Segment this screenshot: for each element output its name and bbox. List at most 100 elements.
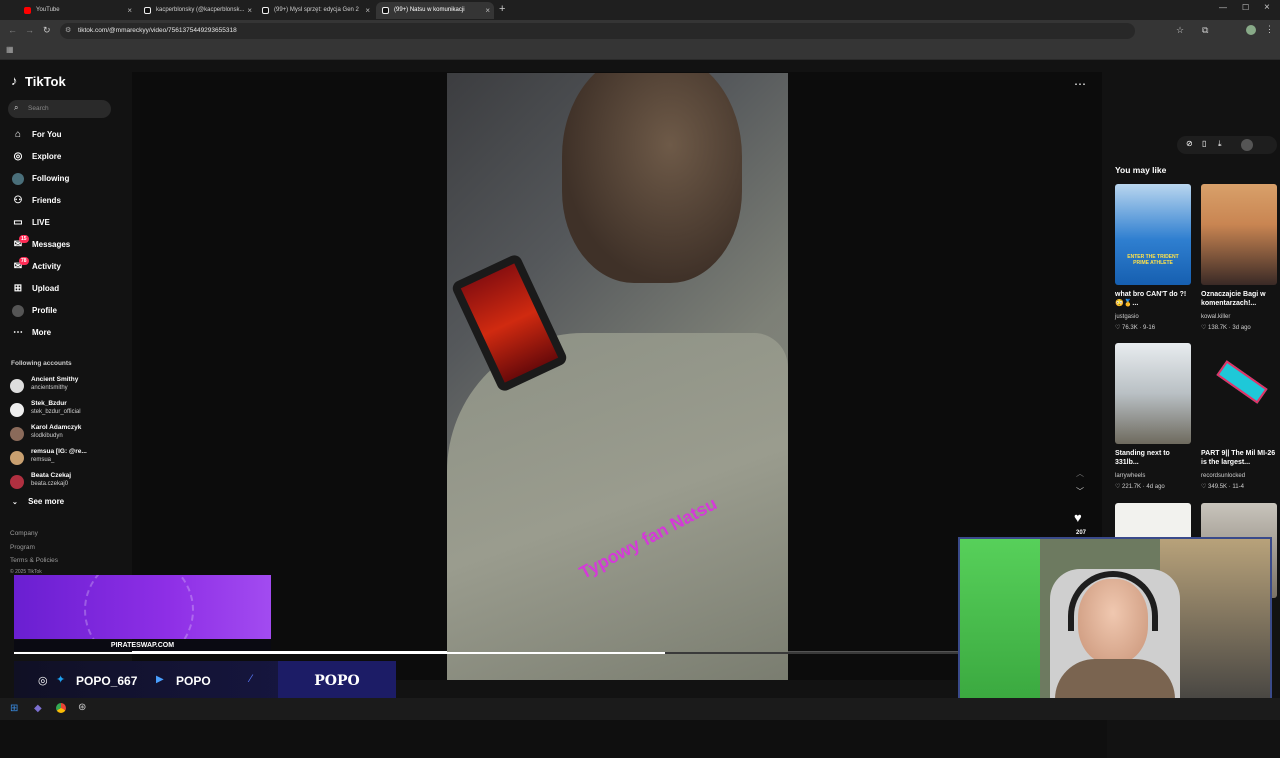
more-options-icon[interactable]: ⋯ [1074, 77, 1086, 91]
avatar [10, 379, 24, 393]
thumbnail [1115, 343, 1191, 444]
close-tab-icon[interactable]: × [485, 2, 490, 19]
card-title: PART 9|| The Mil MI-26 is the largest... [1201, 450, 1276, 466]
phone-screen [460, 263, 559, 383]
account-handle: slodkibudyn [31, 433, 63, 439]
device-icon[interactable]: ▯ [1202, 139, 1206, 148]
brand-text: POPO [314, 673, 360, 689]
youtube-icon [24, 7, 31, 14]
account-handle: beata.czekaj0 [31, 481, 69, 487]
reload-icon[interactable]: ↻ [43, 25, 51, 36]
avatar [10, 451, 24, 465]
card-meta: ♡ 138.7K · 3d ago [1201, 325, 1251, 331]
new-tab-button[interactable]: + [499, 3, 505, 15]
scroll-up-icon[interactable]: ︿ [1076, 468, 1084, 479]
url-field[interactable]: ⚙ tiktok.com/@mmareckyy/video/7561375449… [60, 23, 1135, 39]
bookmark-star-icon[interactable]: ☆ [1176, 25, 1184, 36]
user-avatar[interactable] [1241, 139, 1253, 151]
apps-icon[interactable]: ▦ [6, 45, 14, 54]
nav-label: Activity [32, 262, 61, 271]
profile-avatar-icon[interactable] [1246, 25, 1256, 35]
following-icon [12, 173, 24, 185]
footer-program[interactable]: Program [10, 544, 35, 551]
account-name: Ancient Smithy [31, 376, 79, 383]
menu-icon[interactable]: ⋮ [1265, 24, 1274, 35]
you-may-like-title: You may like [1115, 165, 1167, 175]
thumbnail [1201, 343, 1277, 444]
forward-icon[interactable]: → [25, 25, 34, 35]
maximize-icon[interactable]: ☐ [1242, 3, 1249, 12]
live-icon: ▭ [13, 217, 23, 228]
nav-profile[interactable]: Profile [10, 301, 57, 321]
tiktok-note-icon: ♪ [11, 73, 18, 88]
taskbar-app-icon[interactable]: ◆ [34, 703, 42, 714]
close-tab-icon[interactable]: × [247, 2, 252, 19]
tab-kacperblonsky[interactable]: kacperblonsky (@kacperblonsk... × [138, 2, 256, 19]
twitter-icon: ✦ [56, 674, 66, 686]
nav-more[interactable]: ⋯ More [10, 323, 51, 343]
tab-title: (99+) Natsu w komunikacji [394, 7, 465, 13]
footer-company[interactable]: Company [10, 530, 38, 537]
compass-icon: ◎ [13, 151, 23, 162]
avatar [10, 403, 24, 417]
avatar [10, 427, 24, 441]
account-name: Stek_Bzdur [31, 400, 67, 407]
nav-upload[interactable]: ⊞ Upload [10, 279, 59, 299]
minimize-icon[interactable]: — [1219, 3, 1227, 12]
close-tab-icon[interactable]: × [365, 2, 370, 19]
footer-terms[interactable]: Terms & Policies [10, 557, 58, 564]
nav-label: Upload [32, 284, 60, 293]
nav-for-you[interactable]: ⌂ For You [10, 125, 62, 145]
nav-label: LIVE [32, 218, 50, 227]
close-window-icon[interactable]: × [1264, 2, 1270, 13]
account-name: Karol Adamczyk [31, 424, 82, 431]
site-info-icon[interactable]: ⚙ [65, 23, 71, 39]
search-box[interactable]: ⌕ Search [8, 100, 111, 118]
account-handle: stek_bzdur_official [31, 409, 81, 415]
nav-live[interactable]: ▭ LIVE [10, 213, 50, 233]
thumbnail-text: ENTER THE TRIDENT PRIME ATHLETE [1127, 254, 1179, 266]
nav-messages[interactable]: ✉ 15 Messages [10, 235, 70, 255]
download-icon[interactable]: ⤓ [1218, 139, 1222, 149]
friends-icon: ⚇ [13, 195, 23, 206]
extensions-icon[interactable]: ⧉ [1202, 25, 1208, 36]
tab-youtube[interactable]: YouTube × [18, 2, 136, 19]
like-count: 207 [1076, 530, 1087, 536]
video-head-shape [562, 73, 742, 283]
nav-label: Following [32, 174, 70, 183]
top-actions: ⊘ ▯ ⤓ [1177, 136, 1277, 154]
search-placeholder: Search [28, 105, 49, 112]
video-frame[interactable]: Typowy fan Natsu [447, 73, 788, 680]
account-handle: remsua_ [31, 457, 55, 463]
taskbar-app-icon[interactable]: ⊛ [78, 702, 86, 713]
avatar [10, 475, 24, 489]
see-more-link[interactable]: ⌄ See more [12, 497, 64, 506]
windows-start-icon[interactable]: ⊞ [10, 703, 18, 714]
back-icon[interactable]: ← [8, 25, 17, 35]
nav-friends[interactable]: ⚇ Friends [10, 191, 61, 211]
card-user: kowal.killer [1201, 314, 1231, 320]
tiktok-icon [262, 7, 269, 14]
card-title: Standing next to 331lb... [1115, 450, 1170, 466]
youtube-handle: POPO [176, 674, 211, 688]
compass-icon[interactable]: ⊘ [1186, 139, 1193, 148]
home-icon: ⌂ [14, 129, 22, 140]
scroll-down-icon[interactable]: ﹀ [1076, 486, 1084, 497]
tiktok-icon [144, 7, 151, 14]
nav-explore[interactable]: ◎ Explore [10, 147, 62, 167]
tab-natsu-active[interactable]: (99+) Natsu w komunikacji × [376, 2, 494, 19]
kick-icon: ⁄ [250, 673, 252, 685]
nav-label: For You [32, 130, 62, 139]
chevron-down-icon: ⌄ [12, 499, 18, 506]
tab-mysl-sprzet[interactable]: (99+) Mysl sprzęt: edycja Gen 2 × [256, 2, 374, 19]
card-user: recordsunlocked [1201, 473, 1246, 479]
promo-text: PIRATESWAP.COM [14, 640, 271, 651]
nav-activity[interactable]: ✉ 78 Activity [10, 257, 61, 277]
card-meta: ♡ 349.5K · 11-4 [1201, 484, 1244, 490]
chrome-icon[interactable] [56, 703, 66, 713]
tiktok-icon [382, 7, 389, 14]
messages-badge: 15 [19, 235, 29, 243]
like-icon[interactable]: ♥ [1074, 510, 1082, 525]
nav-following[interactable]: Following [10, 169, 69, 189]
close-tab-icon[interactable]: × [127, 2, 132, 19]
